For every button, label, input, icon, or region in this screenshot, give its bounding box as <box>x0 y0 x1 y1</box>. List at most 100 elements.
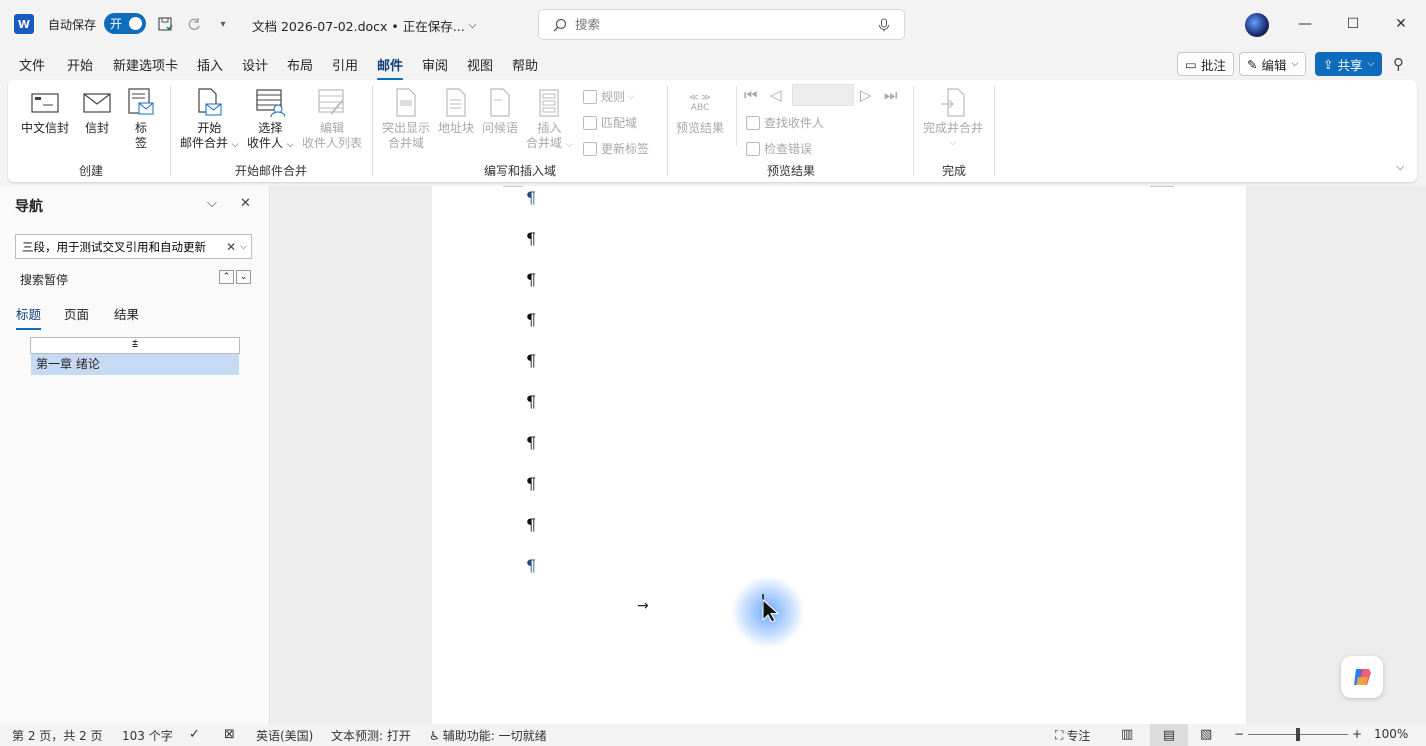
text-prediction-status[interactable]: 文本预测: 打开 <box>331 727 411 744</box>
zoom-out-button[interactable]: − <box>1234 727 1244 741</box>
tab-references[interactable]: 引用 <box>332 55 358 74</box>
previous-result-button[interactable]: ⌃ <box>219 270 234 284</box>
avatar[interactable] <box>1245 13 1269 37</box>
find-recipient-icon <box>746 115 760 130</box>
start-mail-merge-button[interactable]: 开始 邮件合并 ⌵ <box>180 88 239 153</box>
zoom-slider[interactable] <box>1248 728 1348 741</box>
word-count[interactable]: 103 个字 <box>122 727 173 744</box>
find-recipient-button[interactable]: 查找收件人 <box>746 114 824 131</box>
chinese-envelopes-button[interactable]: 中文信封 <box>21 88 69 136</box>
nav-title: 导航 <box>15 199 43 215</box>
paragraph-mark[interactable]: ¶ <box>526 474 536 493</box>
paragraph-mark[interactable]: ¶ <box>526 392 536 411</box>
tab-file[interactable]: 文件 <box>19 55 45 74</box>
microphone-icon[interactable] <box>878 18 890 32</box>
tab-new-tab[interactable]: 新建选项卡 <box>113 55 178 74</box>
zoom-in-button[interactable]: + <box>1352 727 1362 741</box>
edit-list-icon <box>317 88 347 118</box>
clear-search-icon[interactable]: ✕ <box>226 240 236 254</box>
web-layout-icon[interactable]: ▧ <box>1200 727 1212 742</box>
nav-tab-headings[interactable]: 标题 <box>16 304 42 330</box>
labels-button[interactable]: 标 签 <box>126 88 156 151</box>
zoom-slider-thumb[interactable] <box>1296 728 1300 741</box>
focus-mode-button[interactable]: ⛶ 专注 <box>1055 727 1090 744</box>
customize-quick-access-icon[interactable]: ▾ <box>213 14 233 34</box>
close-window-button[interactable]: ✕ <box>1386 10 1416 38</box>
proofing-icon[interactable]: ✓ <box>189 727 200 742</box>
paragraph-mark[interactable]: ¶ <box>526 556 536 575</box>
tab-help[interactable]: 帮助 <box>512 55 538 74</box>
nav-close-icon[interactable]: ✕ <box>240 196 251 211</box>
edit-recipient-list-label-line1: 编辑 <box>320 121 345 135</box>
read-mode-icon[interactable]: ▥ <box>1121 727 1133 742</box>
tab-layout[interactable]: 布局 <box>287 55 313 74</box>
editing-mode-button[interactable]: ✎ 编辑 ⌵ <box>1239 52 1307 76</box>
paragraph-mark[interactable]: ¶ <box>526 310 536 329</box>
greeting-line-button[interactable]: 问候语 <box>482 88 518 136</box>
rules-button[interactable]: 规则 ⌵ <box>583 88 635 105</box>
copilot-button[interactable] <box>1341 656 1383 698</box>
address-block-button[interactable]: 地址块 <box>438 88 474 136</box>
finish-and-merge-label: 完成并合并 <box>923 121 984 135</box>
tab-design[interactable]: 设计 <box>242 55 268 74</box>
zoom-level[interactable]: 100% <box>1374 727 1408 741</box>
paragraph-mark[interactable]: ¶ <box>526 270 536 289</box>
share-button[interactable]: ⇪ 共享 ⌵ <box>1315 52 1383 76</box>
insert-merge-field-button[interactable]: 插入 合并域 ⌵ <box>526 88 573 153</box>
nav-tab-pages[interactable]: 页面 <box>64 304 89 323</box>
nav-search-box[interactable]: ✕ ⌵ <box>15 234 252 259</box>
check-errors-button[interactable]: 检查错误 <box>746 140 812 157</box>
document-title[interactable]: 文档 2026-07-02.docx • 正在保存... ⌵ <box>252 16 476 35</box>
copilot-chat-icon[interactable]: ⚲ <box>1393 55 1404 73</box>
record-number-input[interactable] <box>792 84 854 106</box>
next-record-button[interactable]: ▷ <box>860 86 872 104</box>
minimize-button[interactable]: — <box>1290 10 1320 38</box>
track-changes-icon[interactable]: ⊠ <box>224 727 235 742</box>
maximize-button[interactable]: ☐ <box>1338 10 1368 38</box>
search-input[interactable] <box>575 17 878 32</box>
comments-button[interactable]: ▭ 批注 <box>1177 52 1234 76</box>
envelopes-button[interactable]: 信封 <box>82 88 112 136</box>
save-icon[interactable] <box>155 14 175 34</box>
nav-options-chevron-icon[interactable]: ⌵ <box>207 196 217 211</box>
tab-mailings[interactable]: 邮件 <box>377 55 404 81</box>
nav-tab-results[interactable]: 结果 <box>114 304 139 323</box>
tab-view[interactable]: 视图 <box>467 55 493 74</box>
paragraph-mark[interactable]: ¶ <box>526 433 536 452</box>
match-fields-button[interactable]: 匹配域 <box>583 114 637 131</box>
tab-review[interactable]: 审阅 <box>422 55 448 74</box>
autosave-toggle[interactable]: 开 <box>104 13 146 34</box>
paragraph-mark[interactable]: ¶ <box>526 188 536 207</box>
tab-home[interactable]: 开始 <box>67 55 93 74</box>
jump-to-start-button[interactable]: ⩲ <box>30 337 240 354</box>
search-box[interactable] <box>538 9 905 40</box>
finish-and-merge-button[interactable]: 完成并合并 ⌵ <box>923 88 983 151</box>
nav-search-input[interactable] <box>16 239 227 254</box>
search-options-chevron-icon[interactable]: ⌵ <box>240 242 247 252</box>
pencil-icon: ✎ <box>1247 56 1258 72</box>
select-recipients-button[interactable]: 选择 收件人 ⌵ <box>247 88 294 153</box>
tab-insert[interactable]: 插入 <box>197 55 223 74</box>
page-count[interactable]: 第 2 页，共 2 页 <box>12 727 103 744</box>
last-record-button[interactable]: ⏭ <box>884 86 898 104</box>
accessibility-status[interactable]: ♿ 辅助功能: 一切就绪 <box>429 727 547 744</box>
preview-abc-icon: ≪ ≫ ABC <box>689 93 711 113</box>
highlight-merge-fields-button[interactable]: 突出显示 合并域 <box>382 88 430 151</box>
redo-icon[interactable] <box>184 14 204 34</box>
paragraph-mark[interactable]: ¶ <box>526 351 536 370</box>
next-result-button[interactable]: ⌄ <box>236 270 251 284</box>
paragraph-mark[interactable]: ¶ <box>526 515 536 534</box>
abc-text: ABC <box>690 103 710 113</box>
preview-results-button[interactable]: ≪ ≫ ABC 预览结果 <box>676 88 724 136</box>
edit-recipient-list-button[interactable]: 编辑 收件人列表 <box>302 88 362 151</box>
print-layout-icon[interactable]: ▤ <box>1150 724 1188 746</box>
document-page[interactable] <box>432 186 1246 724</box>
paragraph-mark[interactable]: ¶ <box>526 229 536 248</box>
word-app-icon: W <box>14 14 34 34</box>
first-record-button[interactable]: ⏮ <box>744 86 758 104</box>
previous-record-button[interactable]: ◁ <box>770 86 782 104</box>
update-labels-button[interactable]: 更新标签 <box>583 140 649 157</box>
nav-heading-item[interactable]: 第一章 绪论 <box>31 354 239 375</box>
language-indicator[interactable]: 英语(美国) <box>256 727 313 744</box>
ribbon-collapse-icon[interactable]: ⌵ <box>1396 160 1404 174</box>
